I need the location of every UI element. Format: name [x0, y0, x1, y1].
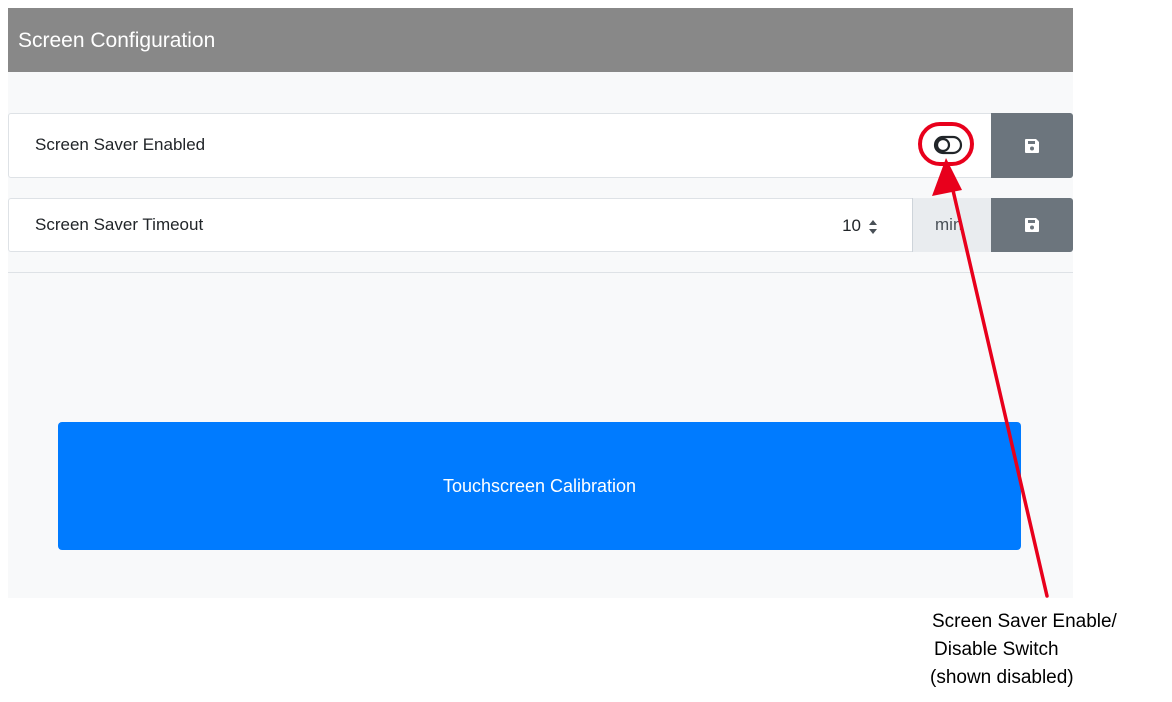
- timeout-value: 10: [842, 216, 861, 235]
- screen-saver-enabled-row: Screen Saver Enabled: [8, 113, 1073, 178]
- screen-saver-timeout-input[interactable]: 10: [769, 207, 889, 243]
- screenshot-stage: Screen Configuration Screen Saver Enable…: [0, 0, 1172, 702]
- touchscreen-calibration-button[interactable]: Touchscreen Calibration: [58, 422, 1021, 550]
- timeout-unit-label: min: [912, 198, 992, 252]
- screen-saver-timeout-row: Screen Saver Timeout 10 min: [8, 198, 1073, 252]
- annotation-line-2: Disable Switch: [934, 639, 1059, 660]
- callout-highlight-ring: [918, 122, 974, 166]
- save-screen-saver-enabled-button[interactable]: [991, 113, 1073, 178]
- screen-configuration-panel: Screen Configuration Screen Saver Enable…: [8, 8, 1073, 598]
- annotation-line-3: (shown disabled): [930, 667, 1074, 688]
- callout-annotation-text: Screen Saver Enable/ Disable Switch (sho…: [930, 608, 1117, 692]
- annotation-line-1: Screen Saver Enable/: [932, 611, 1117, 632]
- screen-saver-enabled-label: Screen Saver Enabled: [35, 135, 206, 154]
- section-divider: [8, 272, 1073, 273]
- floppy-disk-icon: [1025, 218, 1039, 232]
- save-screen-saver-timeout-button[interactable]: [991, 198, 1073, 252]
- floppy-disk-icon: [1025, 138, 1039, 153]
- panel-title: Screen Configuration: [8, 8, 1073, 72]
- screen-saver-timeout-label: Screen Saver Timeout: [35, 215, 204, 234]
- number-spinner-icon[interactable]: [867, 217, 879, 237]
